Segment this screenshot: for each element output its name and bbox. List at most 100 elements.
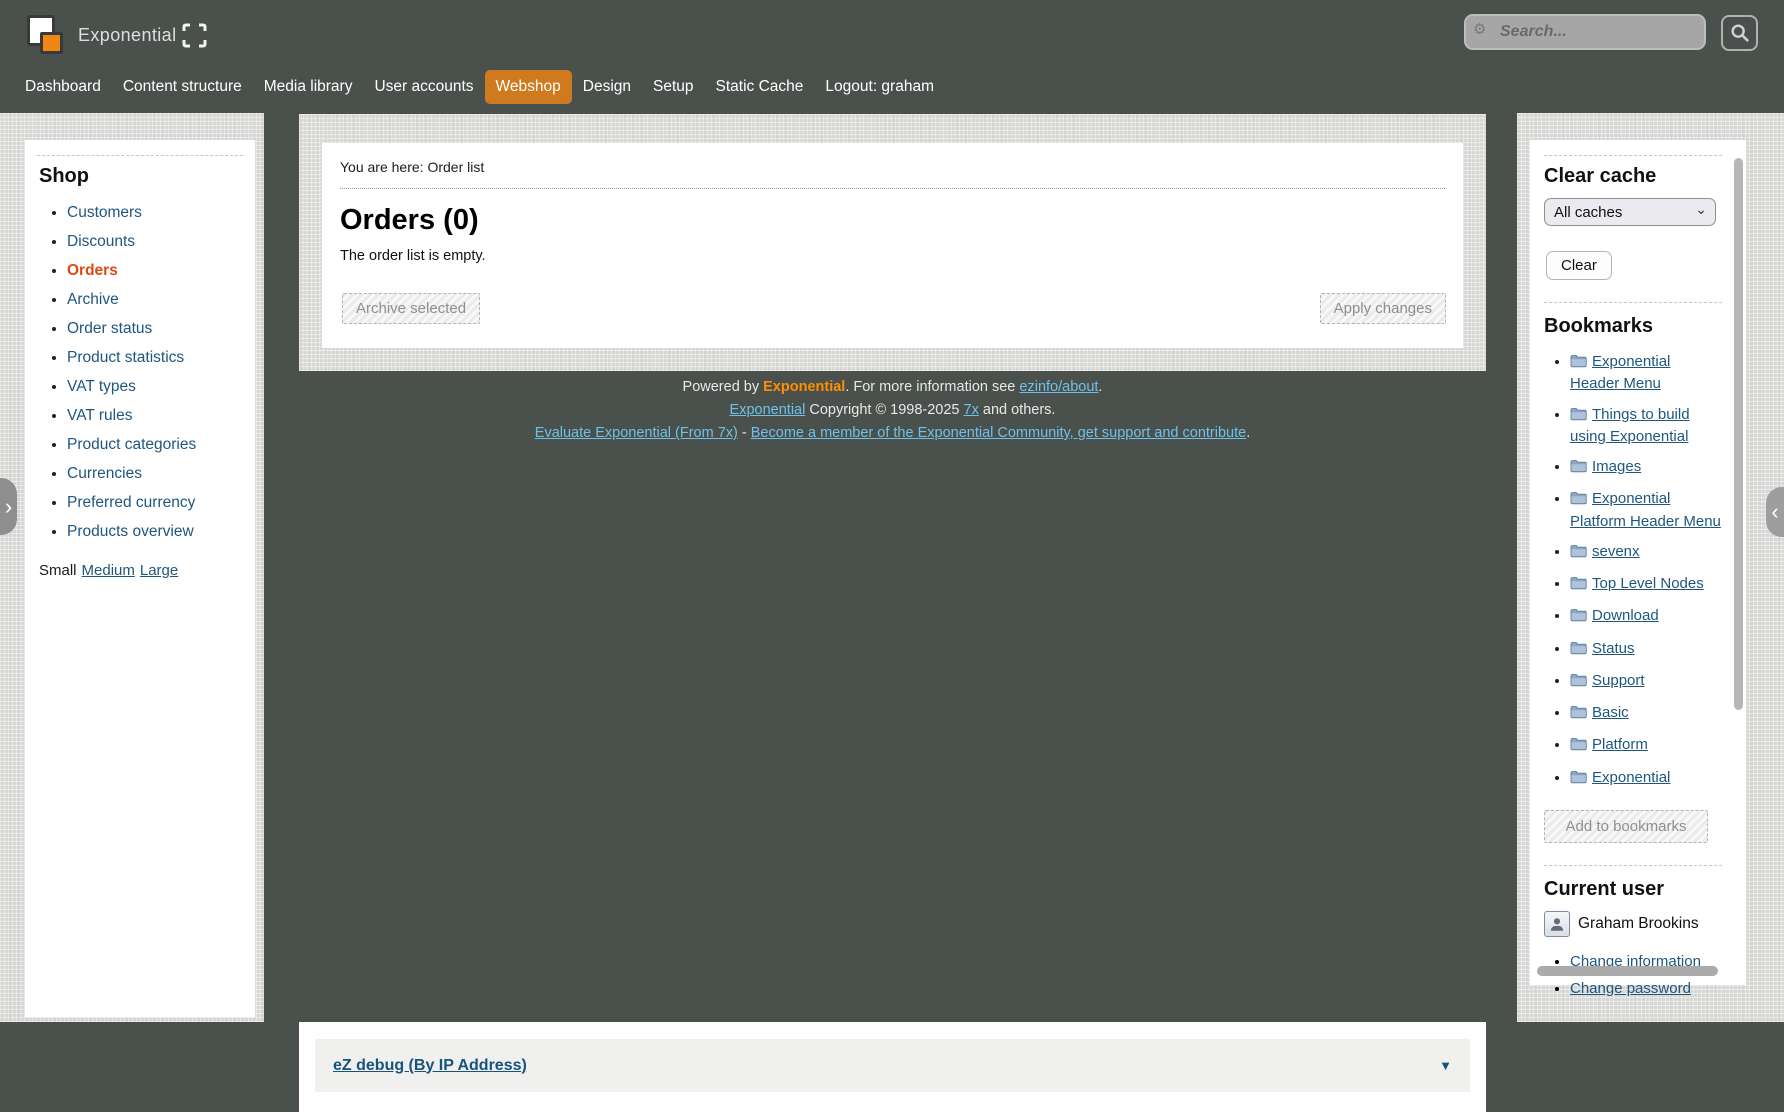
collapse-right-panel-tab[interactable]: ‹ xyxy=(1766,487,1784,537)
clear-cache-button[interactable]: Clear xyxy=(1546,251,1612,280)
list-item: Support xyxy=(1570,671,1722,693)
sidebar-link-product-categories[interactable]: Product categories xyxy=(67,436,196,453)
7x-link[interactable]: 7x xyxy=(964,402,979,418)
list-item: Images xyxy=(1570,457,1722,479)
size-current: Small xyxy=(39,562,77,579)
bookmark-link[interactable]: Exponential xyxy=(1592,769,1670,786)
nav-item-media-library[interactable]: Media library xyxy=(253,70,364,104)
footer-text: . For more information see xyxy=(845,379,1019,395)
order-list-panel: You are here: Order list Orders (0) The … xyxy=(322,143,1463,348)
sidebar-link-vat-types[interactable]: VAT types xyxy=(67,378,136,395)
nav-item-user-accounts[interactable]: User accounts xyxy=(363,70,484,104)
sidebar-link-product-statistics[interactable]: Product statistics xyxy=(67,349,184,366)
order-actions-row: Archive selected Apply changes xyxy=(342,293,1446,324)
bookmarks-title: Bookmarks xyxy=(1544,315,1722,338)
app-header: Exponential ⚙ Dashboard Content structur… xyxy=(0,0,1784,113)
bookmarks-section: Bookmarks Exponential Header Menu Things… xyxy=(1544,302,1722,843)
folder-icon xyxy=(1570,673,1587,693)
sidebar-link-customers[interactable]: Customers xyxy=(67,204,142,221)
sidebar-item-preferred-currency: Preferred currency xyxy=(67,494,243,512)
folder-icon xyxy=(1570,641,1587,661)
collapse-left-panel-tab[interactable]: › xyxy=(0,478,17,535)
sidebar-item-currencies: Currencies xyxy=(67,465,243,483)
folder-icon xyxy=(1570,737,1587,757)
sidebar-link-discounts[interactable]: Discounts xyxy=(67,233,135,250)
nav-item-dashboard[interactable]: Dashboard xyxy=(14,70,112,104)
folder-icon xyxy=(1570,608,1587,628)
triangle-down-icon[interactable]: ▼ xyxy=(1439,1058,1452,1073)
nav-item-webshop[interactable]: Webshop xyxy=(485,70,572,104)
bookmark-link[interactable]: Top Level Nodes xyxy=(1592,575,1704,592)
app-logo-icon[interactable] xyxy=(27,15,67,59)
tools-panel: Clear cache All caches ⌄ Clear Bookmarks… xyxy=(1530,140,1746,985)
footer-line-community: Evaluate Exponential (From 7x) - Become … xyxy=(299,425,1486,441)
search-box: ⚙ xyxy=(1464,14,1706,50)
archive-selected-button[interactable]: Archive selected xyxy=(342,293,480,324)
sidebar-link-currencies[interactable]: Currencies xyxy=(67,465,142,482)
logo-orange-square xyxy=(40,32,63,54)
sidebar-link-vat-rules[interactable]: VAT rules xyxy=(67,407,132,424)
bookmark-link[interactable]: Images xyxy=(1592,458,1641,475)
sidebar-link-archive[interactable]: Archive xyxy=(67,291,119,308)
search-input[interactable] xyxy=(1464,14,1706,50)
cache-type-select[interactable]: All caches xyxy=(1544,198,1716,226)
user-avatar-icon xyxy=(1544,911,1570,937)
breadcrumb: You are here: Order list xyxy=(340,159,1445,189)
nav-item-logout[interactable]: Logout: graham xyxy=(814,70,945,104)
nav-item-content-structure[interactable]: Content structure xyxy=(112,70,253,104)
footer-line-powered: Powered by Exponential. For more informa… xyxy=(299,379,1486,395)
folder-icon xyxy=(1570,354,1587,374)
community-link[interactable]: Become a member of the Exponential Commu… xyxy=(751,425,1246,441)
size-link-medium[interactable]: Medium xyxy=(82,562,135,579)
bookmark-link[interactable]: Support xyxy=(1592,672,1645,689)
list-item: Download xyxy=(1570,606,1722,628)
top-navigation: Dashboard Content structure Media librar… xyxy=(14,70,945,104)
vertical-scrollbar-thumb[interactable] xyxy=(1734,158,1743,710)
folder-icon xyxy=(1570,770,1587,790)
evaluate-link[interactable]: Evaluate Exponential (From 7x) xyxy=(535,425,738,441)
list-item: Status xyxy=(1570,639,1722,661)
fullscreen-icon[interactable] xyxy=(181,22,208,49)
add-to-bookmarks-button[interactable]: Add to bookmarks xyxy=(1544,810,1708,843)
debug-title-link[interactable]: eZ debug (By IP Address) xyxy=(333,1057,527,1075)
shop-panel-title: Shop xyxy=(39,165,243,188)
list-item: Exponential xyxy=(1570,768,1722,790)
footer-text: - xyxy=(738,425,751,441)
folder-icon xyxy=(1570,705,1587,725)
search-button[interactable] xyxy=(1721,15,1758,51)
sidebar-link-products-overview[interactable]: Products overview xyxy=(67,523,194,540)
exponential-link[interactable]: Exponential xyxy=(730,402,806,418)
section-divider xyxy=(1544,155,1722,156)
bookmark-link[interactable]: Platform xyxy=(1592,736,1648,753)
nav-item-design[interactable]: Design xyxy=(572,70,642,104)
footer-line-copyright: Exponential Copyright © 1998-2025 7x and… xyxy=(299,402,1486,418)
nav-item-setup[interactable]: Setup xyxy=(642,70,705,104)
footer-text: . xyxy=(1246,425,1250,441)
horizontal-scrollbar-thumb[interactable] xyxy=(1537,966,1718,976)
current-user-section: Current user Graham Brookins Change info… xyxy=(1544,865,1722,997)
size-link-large[interactable]: Large xyxy=(140,562,178,579)
folder-icon xyxy=(1570,407,1587,427)
bookmark-link[interactable]: Status xyxy=(1592,640,1635,657)
change-password-link[interactable]: Change password xyxy=(1570,980,1691,997)
apply-changes-button[interactable]: Apply changes xyxy=(1320,293,1446,324)
bookmark-link[interactable]: Things to build using Exponential xyxy=(1570,406,1690,445)
search-gear-icon: ⚙ xyxy=(1473,22,1486,37)
cache-select-wrap: All caches ⌄ xyxy=(1544,198,1716,226)
sidebar-link-preferred-currency[interactable]: Preferred currency xyxy=(67,494,195,511)
list-item: sevenx xyxy=(1570,542,1722,564)
sidebar-link-order-status[interactable]: Order status xyxy=(67,320,152,337)
sidebar-item-archive: Archive xyxy=(67,291,243,309)
ezinfo-about-link[interactable]: ezinfo/about xyxy=(1019,379,1098,395)
list-item: Platform xyxy=(1570,735,1722,757)
bookmark-link[interactable]: sevenx xyxy=(1592,543,1640,560)
bookmark-link[interactable]: Basic xyxy=(1592,704,1629,721)
sidebar-item-discounts: Discounts xyxy=(67,233,243,251)
nav-item-static-cache[interactable]: Static Cache xyxy=(705,70,815,104)
empty-list-message: The order list is empty. xyxy=(340,248,1445,264)
bookmark-link[interactable]: Exponential Platform Header Menu xyxy=(1570,490,1721,529)
sidebar-link-orders[interactable]: Orders xyxy=(67,262,118,279)
bookmark-link[interactable]: Download xyxy=(1592,607,1659,624)
sidebar-item-product-statistics: Product statistics xyxy=(67,349,243,367)
sidebar-item-customers: Customers xyxy=(67,204,243,222)
